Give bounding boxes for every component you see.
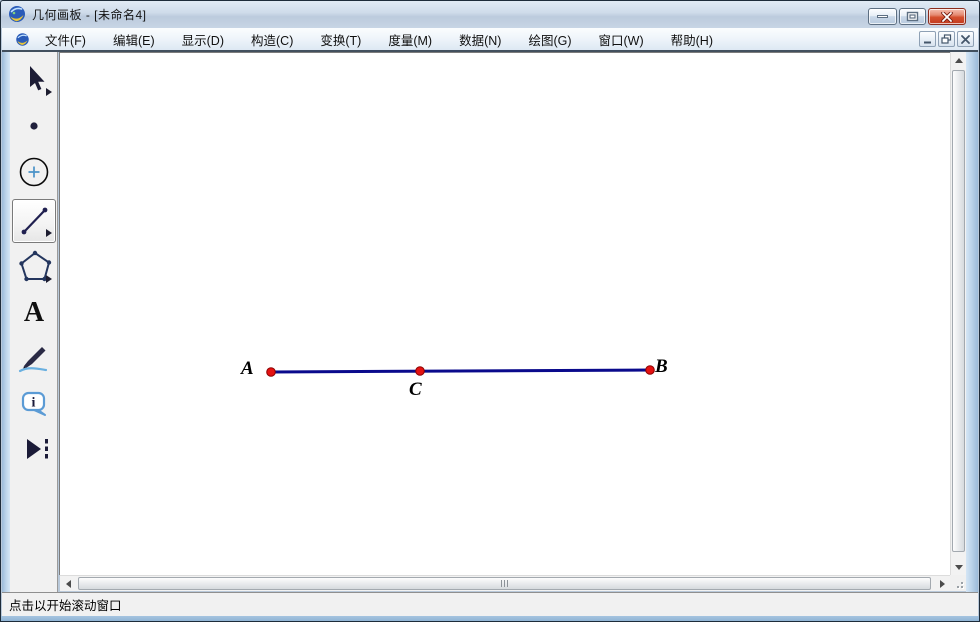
close-button[interactable] — [928, 8, 966, 25]
scroll-right-icon — [940, 580, 945, 588]
window-title: 几何画板 - [未命名4] — [32, 6, 147, 23]
menu-bar: 文件(F) 编辑(E) 显示(D) 构造(C) 变换(T) 度量(M) 数据(N… — [2, 28, 978, 50]
menu-window[interactable]: 窗口(W) — [592, 27, 651, 52]
mdi-minimize-icon — [923, 35, 932, 44]
polygon-tool[interactable] — [12, 245, 56, 289]
mdi-minimize-button[interactable] — [919, 31, 936, 47]
menu-data[interactable]: 数据(N) — [452, 27, 508, 52]
tool-palette: A i — [10, 52, 58, 592]
minimize-button[interactable] — [868, 8, 897, 25]
submenu-arrow-icon — [46, 229, 52, 237]
caption-buttons — [868, 8, 966, 25]
scrollbar-grip — [501, 580, 502, 587]
title-bar: 几何画板 - [未命名4] — [0, 0, 980, 28]
menu-file[interactable]: 文件(F) — [38, 27, 93, 52]
horizontal-scrollbar-thumb[interactable] — [78, 577, 931, 590]
menu-help[interactable]: 帮助(H) — [664, 27, 720, 52]
mdi-restore-icon — [941, 34, 952, 44]
marker-pen-icon — [15, 340, 53, 378]
resize-grip-icon — [961, 586, 963, 588]
restore-icon — [906, 11, 919, 22]
app-window: 几何画板 - [未命名4] — [0, 0, 980, 622]
selection-arrow-tool[interactable] — [12, 58, 56, 102]
custom-tool-icon — [15, 432, 53, 466]
mdi-restore-button[interactable] — [938, 31, 955, 47]
scroll-down-icon — [955, 565, 963, 570]
menu-measure[interactable]: 度量(M) — [381, 27, 439, 52]
close-icon — [941, 12, 953, 22]
document-icon — [15, 32, 30, 47]
window-border-left — [2, 52, 10, 616]
mdi-close-icon — [961, 35, 970, 44]
app-logo-icon — [8, 5, 26, 23]
menu-transform[interactable]: 变换(T) — [313, 27, 368, 52]
minimize-icon — [877, 15, 888, 18]
scroll-left-icon — [66, 580, 71, 588]
scroll-right-button[interactable] — [934, 576, 950, 592]
status-message: 点击以开始滚动窗口 — [2, 595, 122, 614]
menu-graph[interactable]: 绘图(G) — [521, 27, 578, 52]
marker-tool[interactable] — [12, 337, 56, 381]
resize-grip-icon — [957, 586, 959, 588]
scroll-up-icon — [955, 58, 963, 63]
scroll-up-button[interactable] — [951, 52, 967, 68]
compass-tool[interactable] — [12, 150, 56, 194]
point-label-a[interactable]: A — [241, 359, 254, 378]
scrollbar-grip — [504, 580, 505, 587]
point-label-b[interactable]: B — [655, 357, 668, 376]
point-C[interactable] — [416, 367, 425, 376]
window-border-right — [966, 52, 978, 616]
status-bar: 点击以开始滚动窗口 — [2, 592, 978, 616]
restore-button[interactable] — [899, 8, 926, 25]
segment-AB[interactable] — [271, 370, 650, 372]
info-bubble-icon: i — [16, 386, 52, 420]
submenu-arrow-icon — [46, 275, 52, 283]
submenu-arrow-icon — [46, 88, 52, 96]
sketch-canvas[interactable]: A C B — [59, 52, 950, 575]
svg-text:i: i — [32, 396, 36, 411]
mdi-close-button[interactable] — [957, 31, 974, 47]
horizontal-scrollbar[interactable] — [60, 575, 950, 591]
circle-crosshair-icon — [15, 153, 53, 191]
vertical-scrollbar-thumb[interactable] — [952, 70, 965, 552]
letter-a-icon: A — [24, 299, 44, 327]
point-A[interactable] — [267, 368, 276, 377]
menu-display[interactable]: 显示(D) — [175, 27, 231, 52]
text-tool[interactable]: A — [12, 291, 56, 335]
point-icon — [17, 109, 51, 143]
menu-edit[interactable]: 编辑(E) — [106, 27, 162, 52]
information-tool[interactable]: i — [12, 381, 56, 425]
custom-tool[interactable] — [12, 427, 56, 471]
scrollbar-corner[interactable] — [950, 575, 966, 591]
geometry-layer — [60, 53, 950, 575]
point-tool[interactable] — [12, 104, 56, 148]
scroll-left-button[interactable] — [60, 576, 76, 592]
mdi-window-buttons — [919, 31, 974, 47]
point-B[interactable] — [646, 366, 655, 375]
straightedge-tool[interactable] — [12, 199, 56, 243]
menu-construct[interactable]: 构造(C) — [244, 27, 300, 52]
point-label-c[interactable]: C — [409, 380, 422, 399]
window-border-bottom — [0, 616, 980, 622]
vertical-scrollbar[interactable] — [950, 52, 966, 575]
resize-grip-icon — [961, 582, 963, 584]
scrollbar-grip — [507, 580, 508, 587]
scroll-down-button[interactable] — [951, 559, 967, 575]
